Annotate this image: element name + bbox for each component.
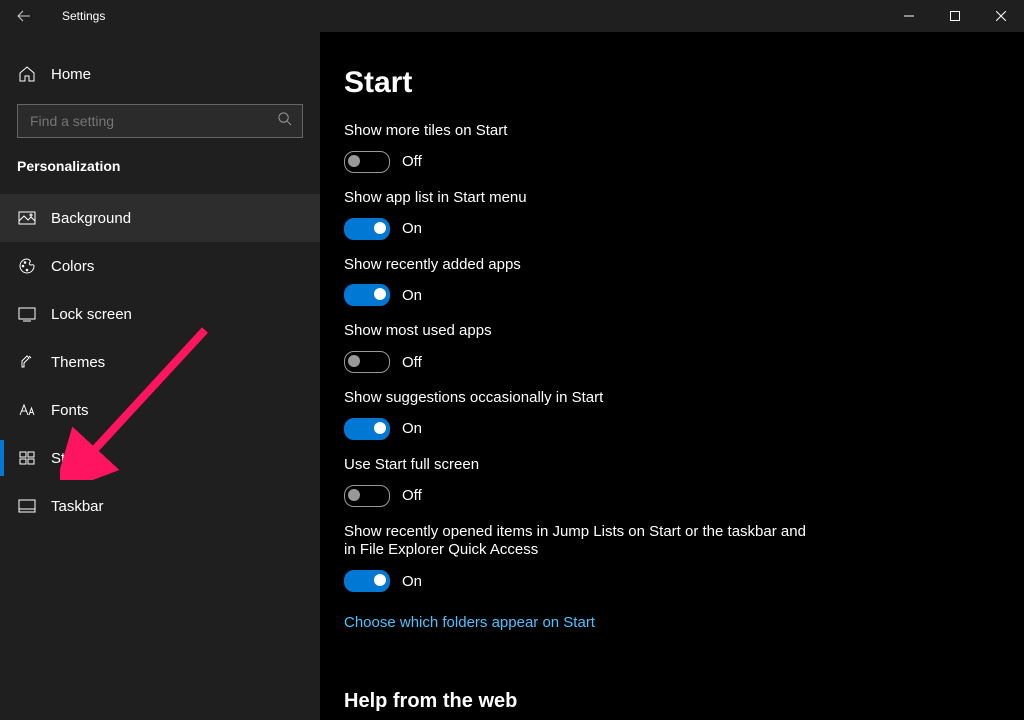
search-field[interactable] bbox=[28, 112, 277, 130]
toggle-label: Show suggestions occasionally in Start bbox=[344, 389, 814, 408]
toggle-switch[interactable] bbox=[344, 418, 390, 440]
maximize-button[interactable] bbox=[932, 0, 978, 32]
page-title: Start bbox=[344, 66, 1000, 100]
toggle-switch[interactable] bbox=[344, 351, 390, 373]
colors-icon bbox=[17, 256, 37, 276]
toggle-label: Show most used apps bbox=[344, 322, 814, 341]
background-icon bbox=[17, 208, 37, 228]
toggle-state: On bbox=[402, 287, 422, 304]
window-title: Settings bbox=[62, 9, 105, 23]
toggle-state: Off bbox=[402, 153, 422, 170]
nav-list: Background Colors Lock screen bbox=[0, 194, 320, 530]
toggle-state: On bbox=[402, 573, 422, 590]
toggle-state: On bbox=[402, 220, 422, 237]
search-icon bbox=[277, 111, 292, 131]
sidebar-item-label: Lock screen bbox=[51, 306, 132, 323]
close-icon bbox=[996, 11, 1006, 21]
sidebar-item-colors[interactable]: Colors bbox=[0, 242, 320, 290]
sidebar-item-label: Taskbar bbox=[51, 498, 104, 515]
maximize-icon bbox=[950, 11, 960, 21]
fonts-icon bbox=[17, 400, 37, 420]
toggle-label: Show recently opened items in Jump Lists… bbox=[344, 523, 814, 561]
window-controls bbox=[886, 0, 1024, 32]
toggle-switch[interactable] bbox=[344, 151, 390, 173]
sidebar-item-start[interactable]: Start bbox=[0, 434, 320, 482]
sidebar: Home Personalization Backgro bbox=[0, 32, 320, 720]
toggle-switch[interactable] bbox=[344, 218, 390, 240]
sidebar-item-label: Background bbox=[51, 210, 131, 227]
home-icon bbox=[17, 64, 37, 84]
back-button[interactable] bbox=[0, 0, 48, 32]
sidebar-item-label: Themes bbox=[51, 354, 105, 371]
home-label: Home bbox=[51, 66, 91, 83]
sidebar-item-fonts[interactable]: Fonts bbox=[0, 386, 320, 434]
title-bar: Settings bbox=[0, 0, 1024, 32]
toggle-group: Show suggestions occasionally in Start On bbox=[344, 389, 1000, 440]
sidebar-item-lock-screen[interactable]: Lock screen bbox=[0, 290, 320, 338]
minimize-button[interactable] bbox=[886, 0, 932, 32]
toggle-group: Show recently added apps On bbox=[344, 256, 1000, 307]
close-button[interactable] bbox=[978, 0, 1024, 32]
toggle-group: Show most used apps Off bbox=[344, 322, 1000, 373]
toggle-label: Show more tiles on Start bbox=[344, 122, 814, 141]
search-input[interactable] bbox=[17, 104, 303, 138]
toggle-group: Show app list in Start menu On bbox=[344, 189, 1000, 240]
toggle-state: Off bbox=[402, 487, 422, 504]
toggle-switch[interactable] bbox=[344, 485, 390, 507]
sidebar-item-themes[interactable]: Themes bbox=[0, 338, 320, 386]
help-section-title: Help from the web bbox=[344, 690, 1000, 713]
start-icon bbox=[17, 448, 37, 468]
minimize-icon bbox=[904, 11, 914, 21]
toggle-label: Use Start full screen bbox=[344, 456, 814, 475]
toggle-group: Use Start full screen Off bbox=[344, 456, 1000, 507]
toggle-switch[interactable] bbox=[344, 284, 390, 306]
sidebar-item-background[interactable]: Background bbox=[0, 194, 320, 242]
sidebar-item-label: Start bbox=[51, 450, 83, 467]
back-arrow-icon bbox=[16, 8, 32, 24]
toggle-switch[interactable] bbox=[344, 570, 390, 592]
toggle-state: Off bbox=[402, 354, 422, 371]
sidebar-item-taskbar[interactable]: Taskbar bbox=[0, 482, 320, 530]
taskbar-icon bbox=[17, 496, 37, 516]
choose-folders-link[interactable]: Choose which folders appear on Start bbox=[344, 614, 595, 631]
toggle-group: Show more tiles on Start Off bbox=[344, 122, 1000, 173]
toggle-state: On bbox=[402, 420, 422, 437]
toggle-group: Show recently opened items in Jump Lists… bbox=[344, 523, 1000, 593]
sidebar-item-label: Fonts bbox=[51, 402, 89, 419]
category-heading: Personalization bbox=[0, 154, 320, 194]
lock-screen-icon bbox=[17, 304, 37, 324]
sidebar-item-label: Colors bbox=[51, 258, 94, 275]
toggle-label: Show app list in Start menu bbox=[344, 189, 814, 208]
main-content: Start Show more tiles on Start Off Show ap… bbox=[320, 32, 1024, 720]
toggle-label: Show recently added apps bbox=[344, 256, 814, 275]
home-button[interactable]: Home bbox=[0, 52, 320, 96]
themes-icon bbox=[17, 352, 37, 372]
